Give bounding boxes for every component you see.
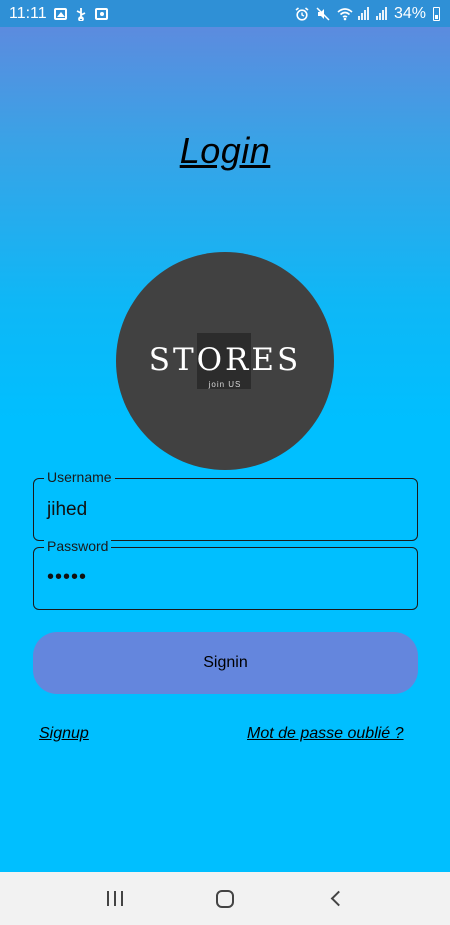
image-icon xyxy=(53,7,67,20)
wifi-icon xyxy=(337,7,353,21)
username-field[interactable]: Username jihed xyxy=(33,469,418,541)
battery-icon xyxy=(433,6,440,21)
navigation-bar xyxy=(0,872,450,925)
battery-percent: 34% xyxy=(393,4,426,22)
password-input[interactable]: ••••• xyxy=(47,566,87,589)
clock: 11:11 xyxy=(9,4,47,22)
mute-icon xyxy=(316,6,330,21)
back-button[interactable] xyxy=(315,879,355,919)
logo-subtext: join US xyxy=(208,380,242,389)
status-bar: 11:11 34% xyxy=(0,0,450,27)
password-label: Password xyxy=(44,538,112,554)
username-input[interactable]: jihed xyxy=(47,499,87,521)
alarm-icon xyxy=(295,6,309,21)
home-icon xyxy=(216,889,234,908)
camera-icon xyxy=(94,7,108,20)
signal-icon xyxy=(375,7,387,20)
back-icon xyxy=(330,890,346,907)
store-logo: STORES join US xyxy=(116,252,334,470)
signup-link[interactable]: Signup xyxy=(39,725,89,743)
home-button[interactable] xyxy=(205,879,245,919)
signal-icon xyxy=(357,7,369,20)
forgot-password-link[interactable]: Mot de passe oublié ? xyxy=(247,725,404,743)
signin-button[interactable]: Signin xyxy=(33,632,418,694)
page-title: Login xyxy=(179,130,271,171)
username-label: Username xyxy=(44,469,115,485)
logo-text: STORES xyxy=(148,342,302,378)
recents-button[interactable] xyxy=(95,879,135,919)
usb-icon xyxy=(74,7,88,22)
recents-icon xyxy=(107,891,123,906)
password-field[interactable]: Password ••••• xyxy=(33,538,418,610)
login-screen: 11:11 34% Login STORES join US Username … xyxy=(0,0,450,925)
